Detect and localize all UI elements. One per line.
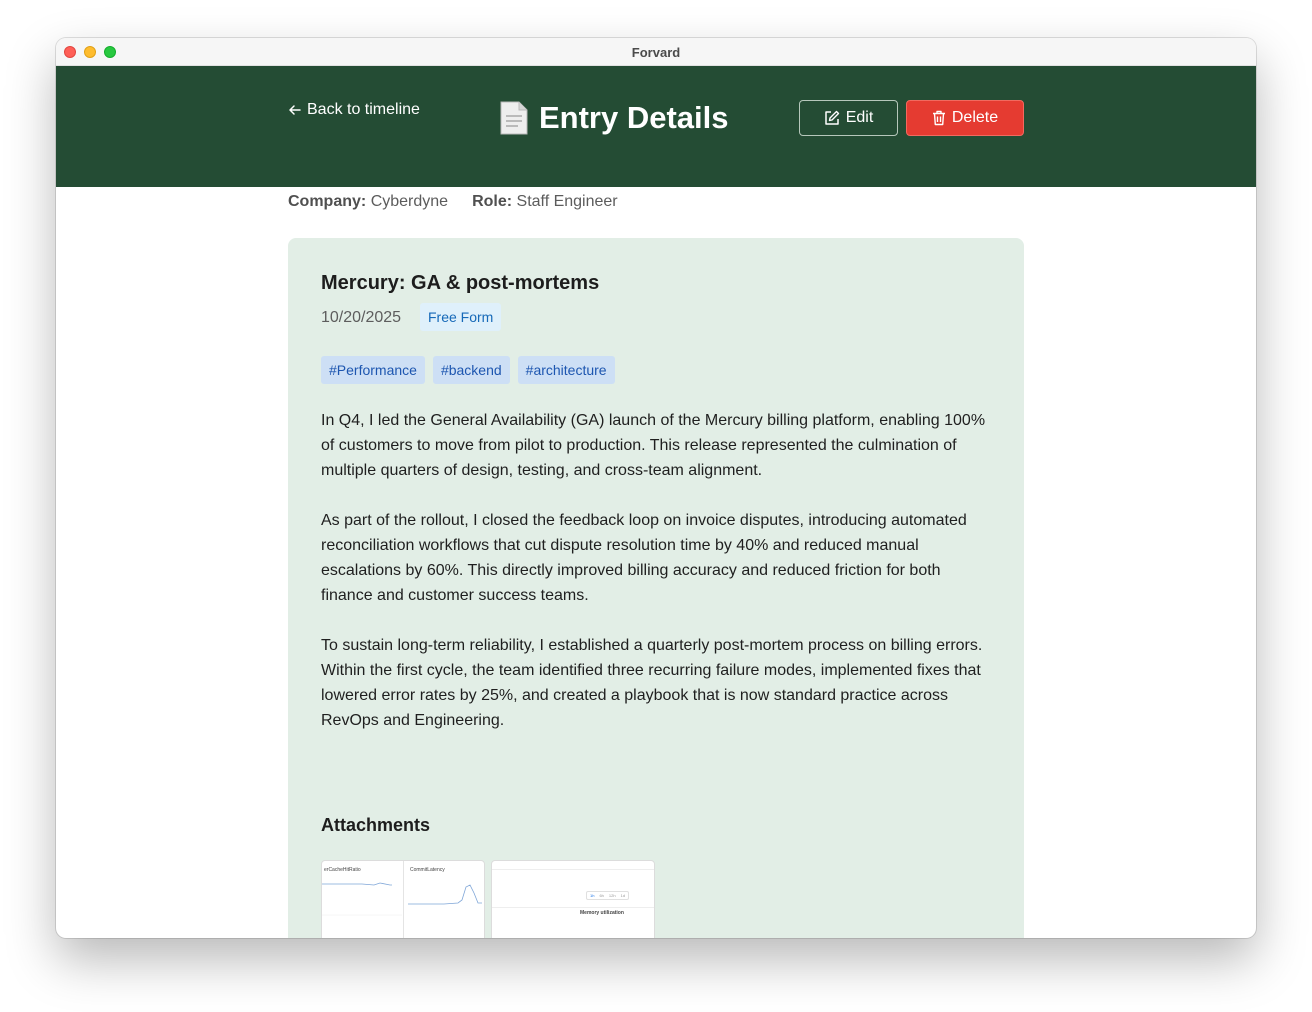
edit-button[interactable]: Edit <box>799 100 898 136</box>
thumbnail-range-option: 1d <box>620 893 626 898</box>
thumbnail-bar-chart <box>492 921 655 938</box>
entry-title: Mercury: GA & post-mortems <box>321 272 600 294</box>
thumbnail-range-option: 6h <box>599 893 604 898</box>
document-icon <box>500 101 528 135</box>
entry-body: In Q4, I led the General Availability (G… <box>321 408 993 758</box>
company-label: Company: <box>288 193 367 210</box>
tag-architecture[interactable]: #architecture <box>517 356 615 384</box>
thumbnail-range-selector: 1h 6h 12h 1d <box>586 891 630 900</box>
tag-performance[interactable]: #Performance <box>321 356 425 384</box>
page-title: Entry Details <box>499 100 729 136</box>
thumbnail-chart-label: CommitLatency <box>410 867 445 873</box>
company-field: Company: Cyberdyne <box>288 193 448 211</box>
role-label: Role: <box>472 193 513 210</box>
tag-list: #Performance #backend #architecture <box>321 356 615 384</box>
delete-button-label: Delete <box>951 109 999 126</box>
thumbnail-chart-label: erCacheHitRatio <box>324 867 361 873</box>
edit-button-label: Edit <box>845 109 874 126</box>
thumbnail-range-option: 1h <box>590 893 595 898</box>
entry-paragraph: To sustain long-term reliability, I esta… <box>321 637 983 729</box>
thumbnail-line-chart <box>408 884 482 905</box>
title-bar: Forvard <box>56 38 1256 66</box>
entry-card: Mercury: GA & post-mortems 10/20/2025 Fr… <box>288 238 1024 938</box>
back-link-label: Back to timeline <box>307 101 420 118</box>
entry-paragraph: As part of the rollout, I closed the fee… <box>321 512 967 604</box>
thumbnail-line-chart <box>322 882 402 916</box>
arrow-left-icon <box>289 105 301 115</box>
delete-button[interactable]: Delete <box>906 100 1024 136</box>
entry-date: 10/20/2025 <box>321 309 402 326</box>
thumbnail-chart-label: Memory utilization <box>580 910 624 916</box>
entry-paragraph: In Q4, I led the General Availability (G… <box>321 412 986 479</box>
window-title: Forvard <box>631 45 681 60</box>
attachment-list: erCacheHitRatio CommitLatency 1h 6h 12h … <box>321 860 655 938</box>
app-window: Forvard Back to timeline Entry Details E… <box>56 38 1256 938</box>
thumbnail-divider <box>492 869 654 870</box>
attachment-thumbnail-2[interactable]: 1h 6h 12h 1d Memory utilization <box>491 860 655 938</box>
back-to-timeline-link[interactable]: Back to timeline <box>288 101 420 119</box>
attachments-heading: Attachments <box>321 815 431 835</box>
thumbnail-chart-panel: CommitLatency <box>404 861 484 938</box>
page-header: Back to timeline Entry Details Edit Dele… <box>56 66 1256 187</box>
thumbnail-range-option: 12h <box>608 893 616 898</box>
tag-backend[interactable]: #backend <box>432 356 510 384</box>
attachment-thumbnail-1[interactable]: erCacheHitRatio CommitLatency <box>321 860 485 938</box>
entry-meta: Company: Cyberdyne Role: Staff Engineer <box>288 193 618 211</box>
thumbnail-divider <box>492 907 654 908</box>
thumbnail-chart-panel: erCacheHitRatio <box>322 861 404 938</box>
page-title-text: Entry Details <box>539 100 729 135</box>
role-value: Staff Engineer <box>516 193 618 210</box>
edit-icon <box>824 110 839 125</box>
company-value: Cyberdyne <box>370 193 449 210</box>
role-field: Role: Staff Engineer <box>472 193 618 211</box>
entry-type-badge: Free Form <box>420 303 502 331</box>
trash-icon <box>932 110 945 126</box>
